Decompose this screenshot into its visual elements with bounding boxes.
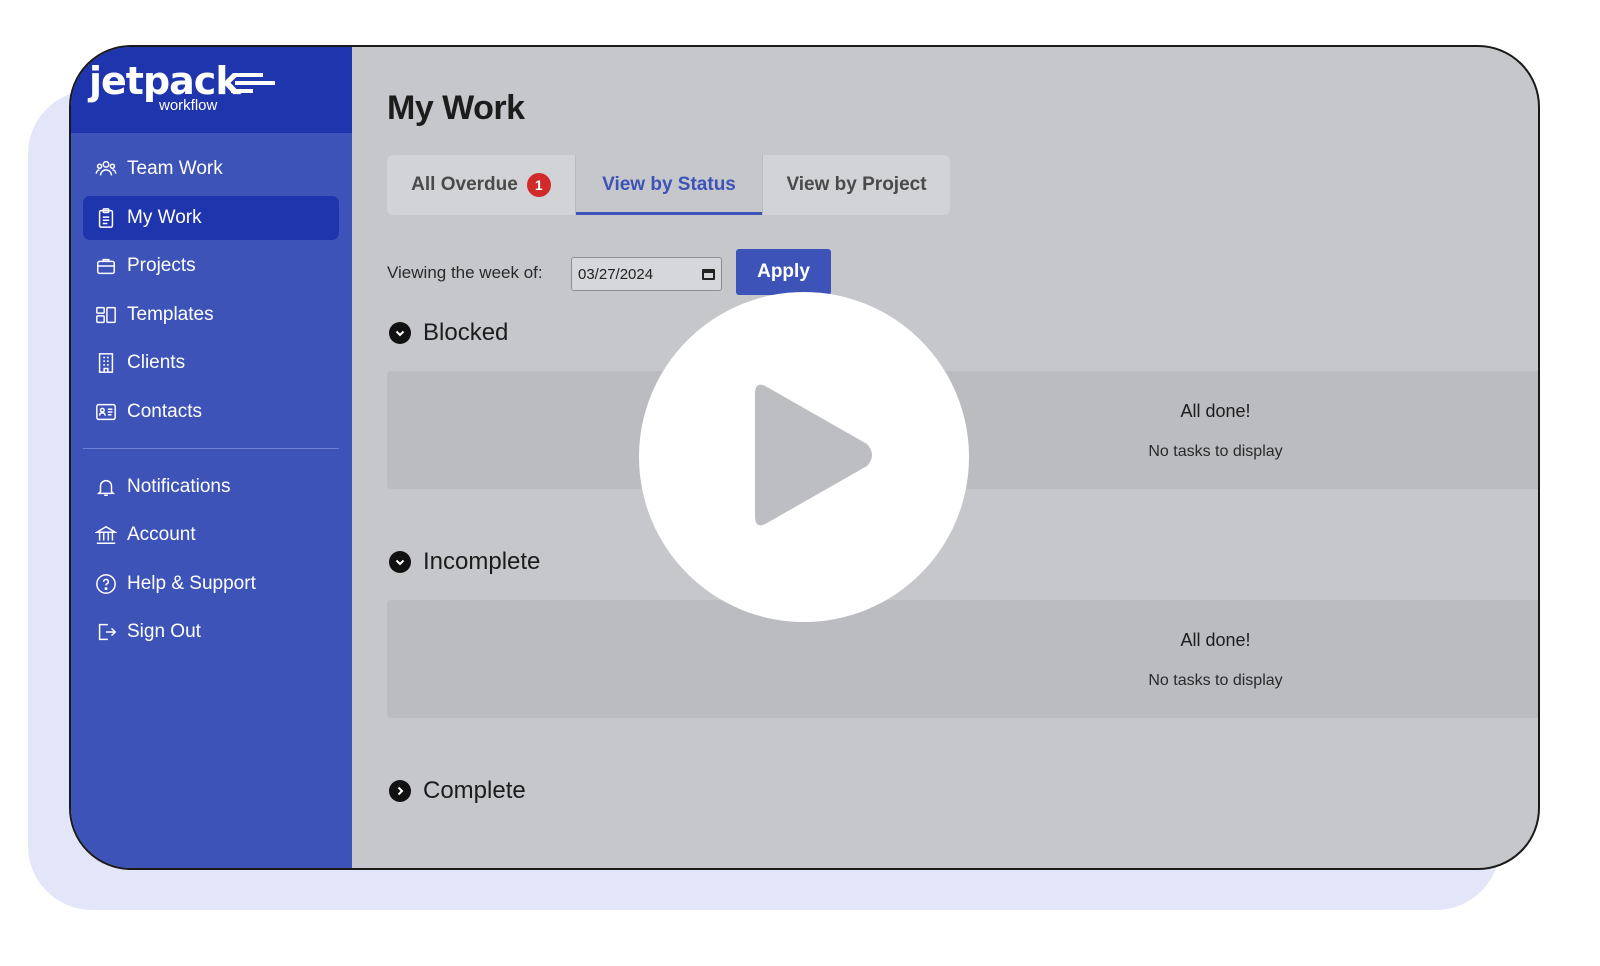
week-date-input[interactable]: 03/27/2024 — [571, 257, 722, 291]
tab-view-by-project[interactable]: View by Project — [763, 155, 950, 215]
sign-out-icon — [95, 621, 117, 643]
sidebar-item-notifications[interactable]: Notifications — [83, 465, 339, 509]
section-header-complete[interactable]: Complete — [389, 777, 526, 805]
sidebar-item-label: Templates — [127, 303, 214, 325]
sidebar-item-projects[interactable]: Projects — [83, 244, 339, 288]
view-tabs: All Overdue 1 View by Status View by Pro… — [387, 155, 950, 215]
section-title: Blocked — [423, 319, 509, 346]
play-icon — [755, 384, 872, 526]
section-header-blocked[interactable]: Blocked — [389, 319, 508, 347]
apply-button[interactable]: Apply — [736, 249, 831, 295]
sidebar-item-label: Clients — [127, 352, 186, 373]
team-icon — [95, 158, 117, 180]
sidebar-nav: Team Work My Work Projects Templates Cli… — [83, 147, 339, 659]
sidebar-item-contacts[interactable]: Contacts — [83, 390, 339, 434]
briefcase-icon — [95, 255, 117, 277]
sidebar-item-templates[interactable]: Templates — [83, 293, 339, 337]
chevron-down-icon[interactable] — [389, 322, 411, 344]
sidebar-item-label: Help & Support — [127, 572, 256, 594]
section-title: Complete — [423, 777, 526, 804]
sidebar: jetpack workflow Team Work My Work Proje… — [71, 47, 352, 868]
tab-label: View by Status — [602, 174, 736, 195]
sidebar-item-team-work[interactable]: Team Work — [83, 147, 339, 191]
logo-text: jetpack — [89, 59, 241, 103]
empty-state-title: All done! — [1180, 630, 1251, 650]
incomplete-tasks-panel: All done! No tasks to display — [387, 600, 1538, 718]
tab-view-by-status[interactable]: View by Status — [575, 155, 763, 215]
clipboard-icon — [95, 207, 117, 229]
templates-icon — [95, 304, 117, 326]
sidebar-item-label: Contacts — [127, 400, 202, 422]
sidebar-item-label: Projects — [127, 255, 196, 276]
empty-state-subtitle: No tasks to display — [1148, 672, 1283, 689]
sidebar-item-label: My Work — [127, 206, 202, 228]
sidebar-item-my-work[interactable]: My Work — [83, 195, 339, 240]
logo[interactable]: jetpack workflow — [71, 47, 352, 133]
sidebar-item-label: Sign Out — [127, 621, 201, 642]
tab-label: All Overdue — [411, 174, 518, 195]
page-title: My Work — [387, 89, 525, 127]
sidebar-item-label: Notifications — [127, 475, 231, 497]
chevron-down-icon[interactable] — [389, 551, 411, 573]
sidebar-item-account[interactable]: Account — [83, 513, 339, 557]
sidebar-item-clients[interactable]: Clients — [83, 341, 339, 385]
sidebar-divider — [83, 447, 339, 449]
sidebar-item-help[interactable]: Help & Support — [83, 562, 339, 606]
help-icon — [95, 573, 117, 595]
overdue-count-badge: 1 — [526, 173, 551, 197]
bell-icon — [95, 476, 117, 498]
sidebar-item-label: Team Work — [127, 158, 223, 179]
bank-icon — [95, 524, 117, 546]
tab-label: View by Project — [786, 174, 927, 195]
sidebar-item-label: Account — [127, 524, 196, 545]
tab-all-overdue[interactable]: All Overdue 1 — [387, 155, 575, 215]
calendar-icon[interactable] — [702, 268, 715, 280]
chevron-right-icon[interactable] — [389, 780, 411, 802]
sidebar-item-sign-out[interactable]: Sign Out — [83, 610, 339, 654]
building-icon — [95, 352, 117, 374]
section-title: Incomplete — [423, 548, 541, 575]
week-label: Viewing the week of: — [387, 263, 543, 282]
date-value: 03/27/2024 — [578, 265, 654, 283]
section-header-incomplete[interactable]: Incomplete — [389, 548, 540, 576]
logo-subtext: workflow — [159, 97, 218, 114]
logo-lines-icon — [231, 73, 275, 93]
play-button[interactable] — [639, 292, 969, 622]
contact-card-icon — [95, 401, 117, 423]
